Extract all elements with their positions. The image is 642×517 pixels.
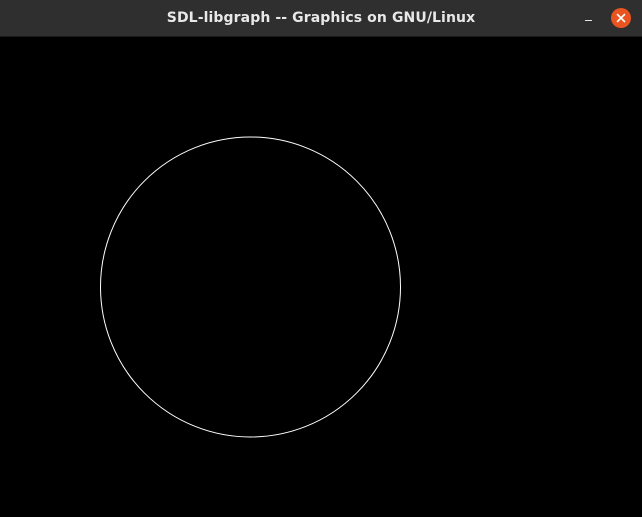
minimize-icon xyxy=(585,20,592,21)
drawn-circle xyxy=(100,136,401,438)
window-title: SDL-libgraph -- Graphics on GNU/Linux xyxy=(166,10,476,26)
minimize-button[interactable] xyxy=(578,8,598,28)
drawing-surface xyxy=(100,136,401,438)
close-button[interactable] xyxy=(611,8,631,28)
close-icon xyxy=(616,13,626,23)
title-bar[interactable]: SDL-libgraph -- Graphics on GNU/Linux xyxy=(0,0,642,37)
graphics-canvas[interactable] xyxy=(0,37,642,517)
app-window: SDL-libgraph -- Graphics on GNU/Linux xyxy=(0,0,642,517)
